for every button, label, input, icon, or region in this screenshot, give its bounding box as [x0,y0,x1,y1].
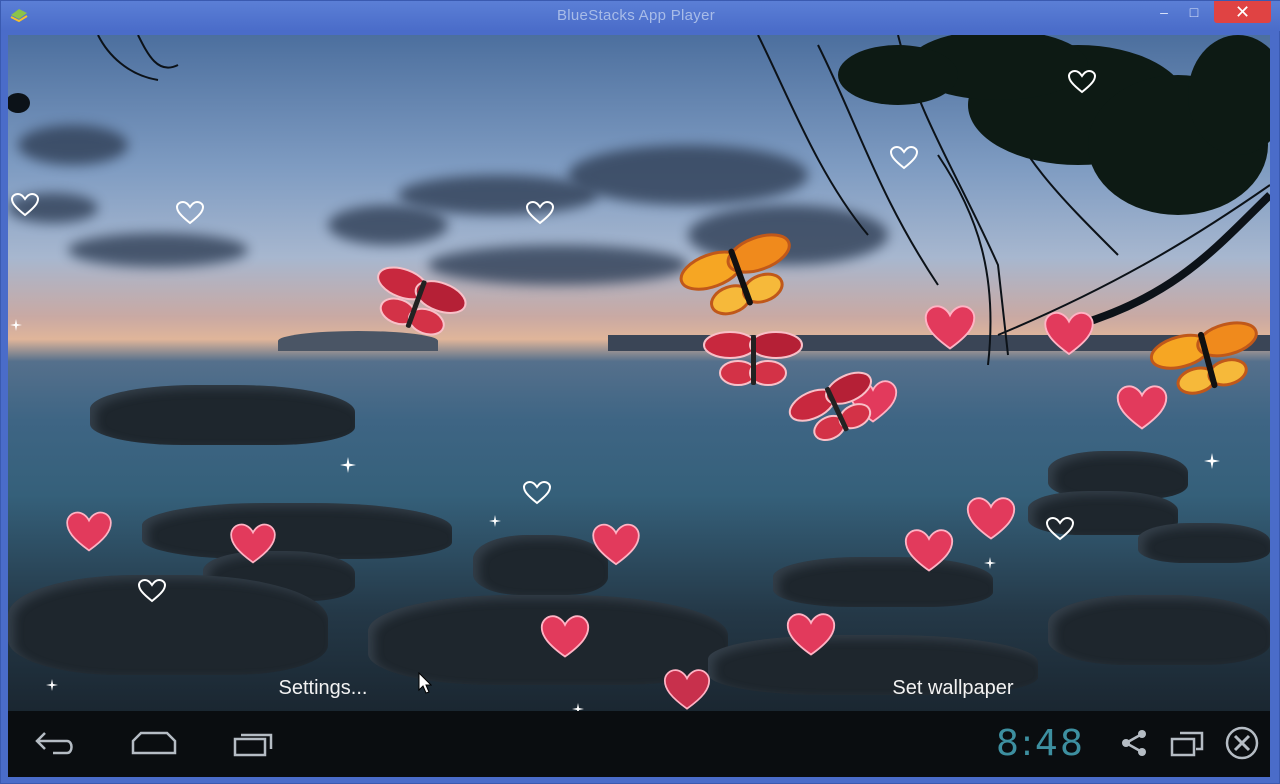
sparkle-icon [489,515,501,527]
recent-apps-icon[interactable] [230,725,276,761]
settings-button[interactable]: Settings... [243,673,403,703]
cloud [18,125,128,165]
rock [1048,595,1270,665]
window-title: BlueStacks App Player [556,7,716,24]
cloud [328,205,448,245]
outline-heart-icon [526,201,554,225]
red-heart-icon [904,529,954,572]
outline-heart-icon [1046,517,1074,541]
wallpaper-action-bar: Settings... Set wallpaper [8,665,1270,711]
close-circle-icon[interactable] [1220,725,1264,761]
rock [90,385,355,445]
minimize-button[interactable]: – [1151,1,1177,23]
set-wallpaper-button[interactable]: Set wallpaper [853,673,1053,703]
rock [8,575,328,675]
sparkle-icon [10,319,22,331]
red-heart-icon [924,305,976,350]
back-icon[interactable] [32,725,78,761]
bluestacks-window: BlueStacks App Player – □ ✕ Settings... … [0,0,1280,784]
home-icon[interactable] [128,725,180,761]
sparkle-icon [340,457,356,473]
red-heart-icon [786,613,836,656]
red-heart-icon [66,511,112,552]
screen-rotate-icon[interactable] [1166,725,1210,761]
sparkle-icon [984,557,996,569]
rock [773,557,993,607]
close-button[interactable]: ✕ [1214,1,1271,23]
branch-top-left [8,35,179,113]
title-bar[interactable]: BlueStacks App Player – □ ✕ [1,1,1280,31]
red-heart-icon [592,523,640,566]
outline-heart-icon [176,201,204,225]
rock [1138,523,1270,563]
maximize-button[interactable]: □ [1181,1,1207,23]
red-heart-icon [230,523,276,564]
rock [473,535,608,595]
cloud [398,175,598,215]
sparkle-icon [1204,453,1220,469]
red-butterfly-icon [377,266,467,336]
outline-heart-icon [138,579,166,603]
mouse-cursor-icon [418,672,432,694]
clock: 8:48 [996,723,1085,764]
android-nav-bar: 8:48 [8,711,1270,777]
cloud [68,233,248,267]
orange-butterfly-icon [1149,321,1258,395]
orange-butterfly-icon [679,233,791,316]
red-butterfly-icon [788,371,872,442]
android-screen[interactable]: Settings... Set wallpaper 8:48 [8,35,1270,777]
outline-heart-icon [523,481,551,505]
red-heart-icon [1044,311,1094,356]
red-heart-icon [540,615,590,658]
outline-heart-icon [890,146,918,170]
red-heart-icon [966,497,1016,540]
outline-heart-icon [11,193,39,217]
outline-heart-icon [1068,70,1096,94]
share-icon[interactable] [1114,725,1154,761]
